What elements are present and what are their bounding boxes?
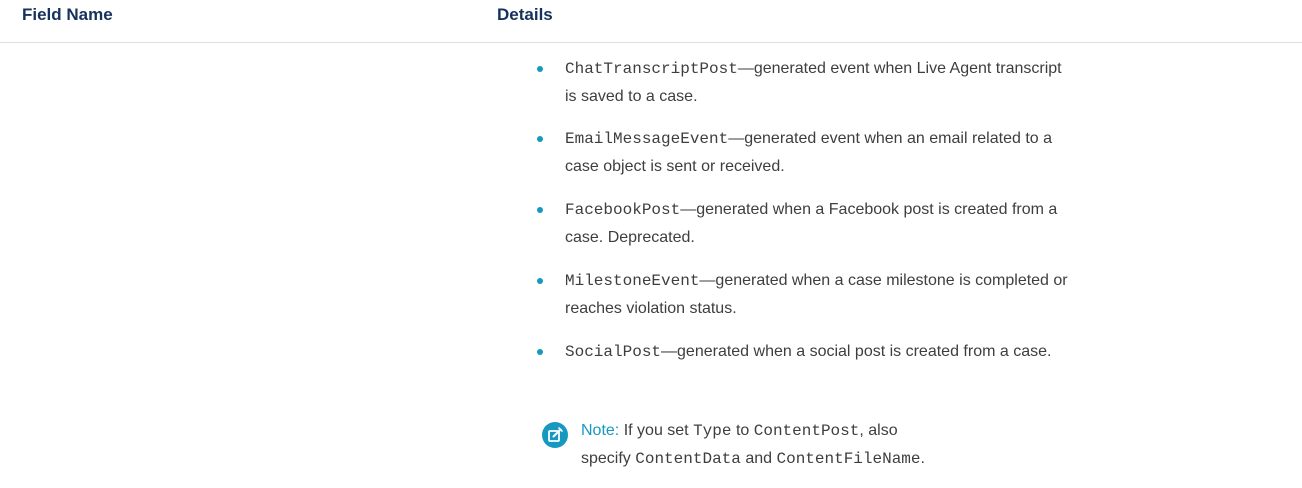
value-description: —generated event when Live Agent transcr…: [737, 60, 1062, 77]
value-description-continued: case object is sent or received.: [565, 158, 785, 175]
note-text-segment: and: [745, 450, 773, 467]
note-label: Note:: [581, 422, 620, 439]
bullet-icon: [537, 207, 543, 213]
value-description: —generated event when an email related t…: [728, 130, 1052, 147]
list-item: SocialPost—generated when a social post …: [497, 338, 1255, 366]
list-item: ChatTranscriptPost—generated event when …: [497, 55, 1255, 110]
value-description: —generated when a case milestone is comp…: [699, 272, 1068, 289]
note-code-contentfilename: ContentFileName: [776, 450, 921, 468]
note-code-type: Type: [693, 422, 732, 440]
bullet-icon: [537, 349, 543, 355]
note-text-segment: , also: [859, 422, 898, 439]
note-text-segment: specify: [581, 450, 631, 467]
column-header-field-name: Field Name: [22, 5, 113, 24]
note-text-segment: .: [920, 450, 925, 467]
list-item: EmailMessageEvent—generated event when a…: [497, 125, 1255, 180]
value-code: EmailMessageEvent: [565, 130, 729, 148]
note-text-segment: If you set: [623, 422, 689, 439]
note-code-contentdata: ContentData: [635, 450, 741, 468]
edit-note-icon: [542, 422, 568, 448]
table-header-row: Field Name Details: [0, 0, 1302, 43]
bullet-icon: [537, 136, 543, 142]
bullet-icon: [537, 66, 543, 72]
value-description-continued: reaches violation status.: [565, 300, 737, 317]
value-description: —generated when a social post is created…: [661, 343, 1052, 360]
value-description: —generated when a Facebook post is creat…: [680, 201, 1058, 218]
value-code: ChatTranscriptPost: [565, 60, 738, 78]
note-code-contentpost: ContentPost: [753, 422, 860, 440]
value-description-continued: case. Deprecated.: [565, 229, 695, 246]
value-description-continued: is saved to a case.: [565, 88, 698, 105]
field-table: Field Name Details: [0, 0, 1302, 43]
bullet-icon: [537, 278, 543, 284]
list-item: MilestoneEvent—generated when a case mil…: [497, 267, 1255, 322]
value-code: FacebookPost: [565, 201, 681, 219]
list-item: FacebookPost—generated when a Facebook p…: [497, 196, 1255, 251]
value-code: SocialPost: [565, 343, 662, 361]
note-text: Note: If you set Type to ContentPost, al…: [581, 417, 1181, 473]
note-text-segment: to: [735, 422, 750, 439]
column-header-details: Details: [497, 5, 553, 24]
value-code: MilestoneEvent: [565, 272, 700, 290]
